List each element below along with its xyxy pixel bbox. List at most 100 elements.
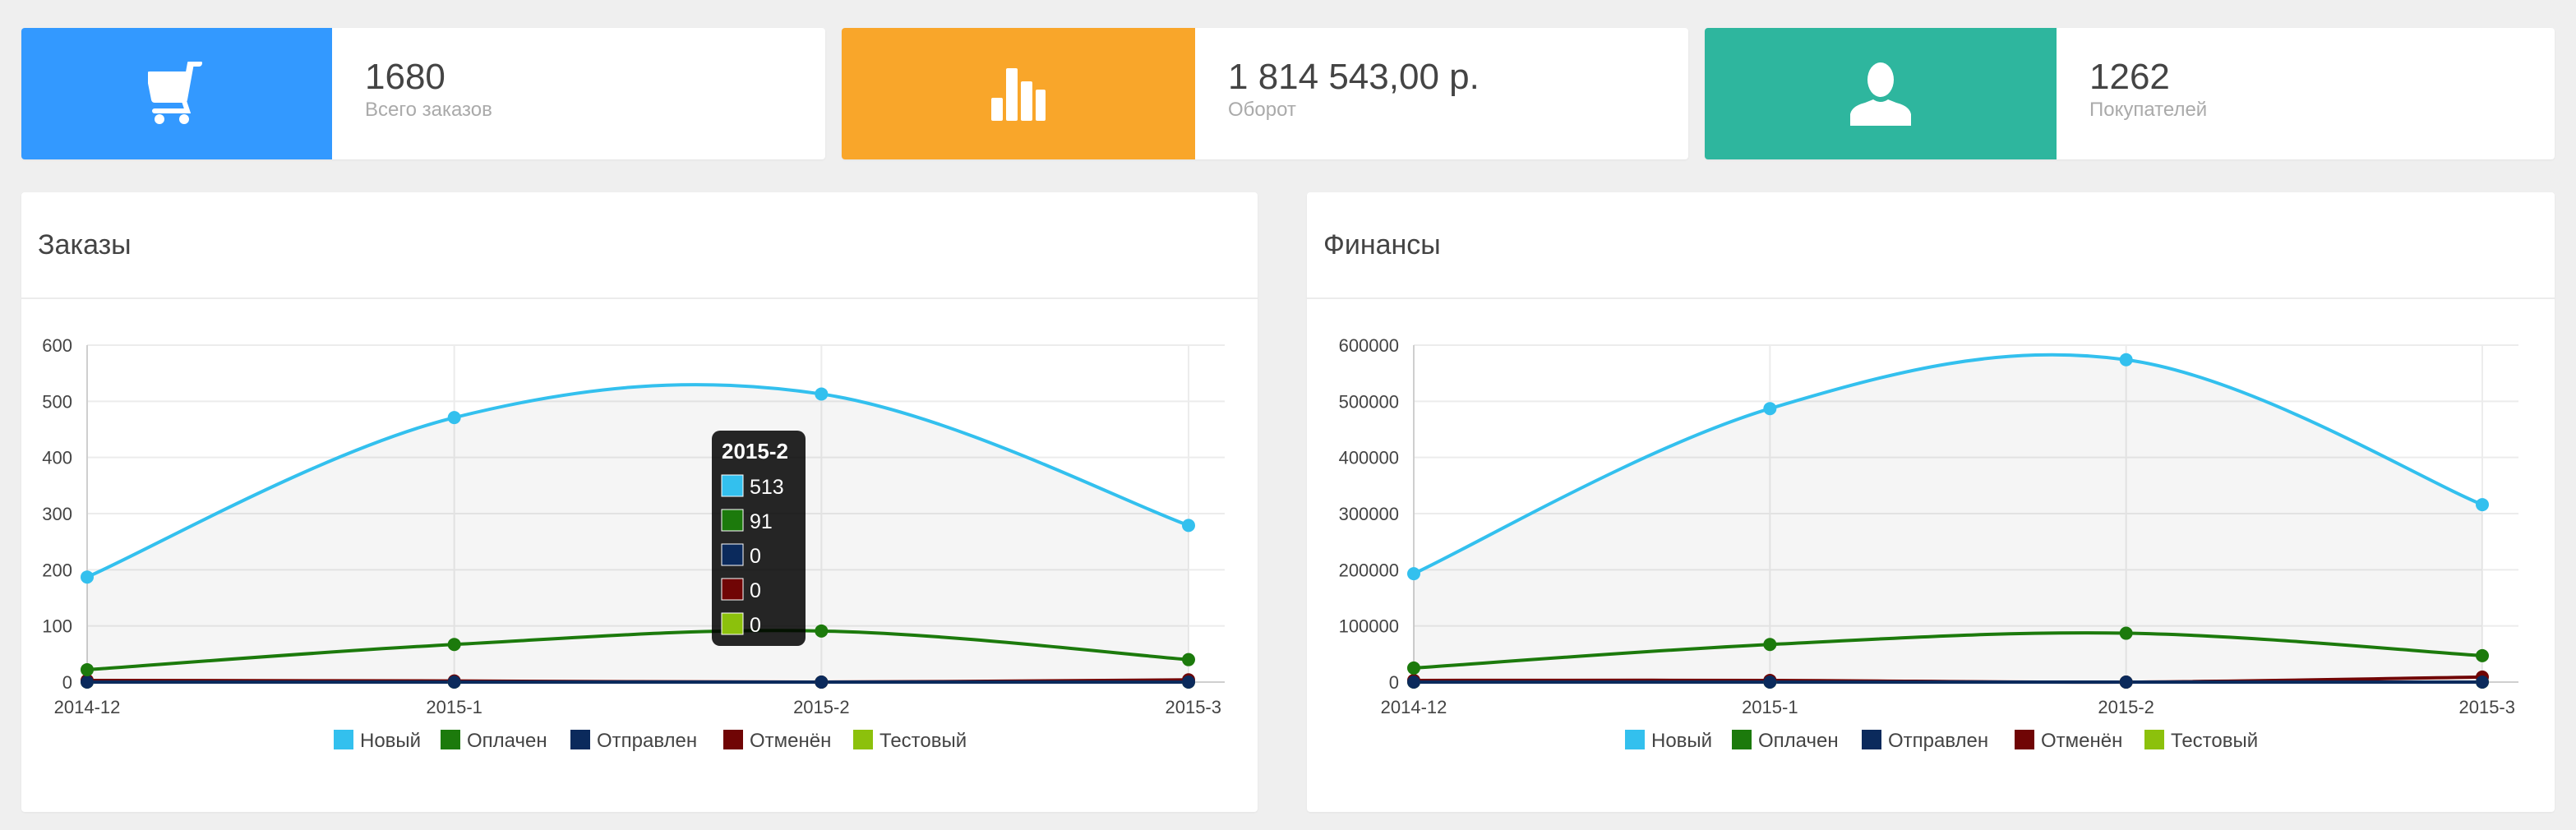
legend-label: Новый (1651, 730, 1712, 752)
stat-text: 1 814 543,00 р. Оборот (1228, 56, 1480, 122)
x-tick-label: 2014-12 (1381, 697, 1447, 717)
data-point[interactable] (1407, 567, 1420, 581)
data-point[interactable] (2119, 353, 2133, 367)
stat-value-orders: 1680 (365, 57, 445, 97)
finance-panel: Финансы 0 100000 200000 300000 400000 500000 6… (1307, 192, 2555, 812)
y-tick-label: 300 (42, 504, 72, 524)
data-point[interactable] (1763, 638, 1777, 652)
legend-label: Тестовый (879, 730, 967, 752)
data-point[interactable] (81, 676, 94, 689)
tooltip-title: 2015-2 (722, 439, 788, 463)
y-tick-label: 600000 (1339, 335, 1399, 356)
x-tick-label: 2015-3 (1165, 697, 1221, 717)
orders-chart[interactable]: 01002003004005006002014-12 2015-1 2015-2 20… (21, 299, 1258, 810)
x-tick-label: 2015-2 (793, 697, 850, 717)
x-tick-label: 2015-3 (2458, 697, 2515, 717)
data-point[interactable] (2476, 648, 2489, 662)
x-tick-label: 2015-1 (1742, 697, 1798, 717)
tooltip-swatch (721, 612, 744, 635)
data-point[interactable] (447, 638, 461, 652)
data-point[interactable] (81, 662, 94, 676)
tooltip-swatch (721, 509, 744, 532)
stat-card-customers: 1262 Покупателей (1705, 28, 2555, 159)
tooltip-value: 0 (750, 545, 761, 568)
stat-card-turnover: 1 814 543,00 р. Оборот (842, 28, 1688, 159)
cart-icon (148, 62, 202, 124)
finance-panel-title: Финансы (1323, 228, 1441, 261)
x-tick-label: 2014-12 (54, 697, 121, 717)
panel-header: Финансы (1307, 192, 2555, 299)
y-tick-label: 100000 (1339, 616, 1399, 637)
y-tick-label: 600 (42, 335, 72, 356)
stat-value-turnover: 1 814 543,00 р. (1228, 57, 1480, 97)
legend-label: Отправлен (1888, 730, 1988, 752)
orders-panel-title: Заказы (38, 228, 132, 261)
stat-icon-block (21, 28, 332, 159)
data-point[interactable] (447, 411, 461, 425)
legend-swatch (2144, 730, 2164, 749)
legend-label: Отправлен (597, 730, 697, 752)
series-area (87, 385, 1189, 682)
data-point[interactable] (1182, 519, 1195, 533)
user-icon (1850, 62, 1911, 126)
finance-chart[interactable]: 0 100000 200000 300000 400000 500000 600000 201… (1307, 299, 2555, 810)
data-point[interactable] (1182, 652, 1195, 666)
y-tick-label: 300000 (1339, 504, 1399, 524)
legend-swatch (2015, 730, 2034, 749)
stat-icon-block (842, 28, 1195, 159)
data-point[interactable] (1407, 661, 1420, 675)
stat-icon-block (1705, 28, 2057, 159)
legend-swatch (1732, 730, 1752, 749)
panel-header: Заказы (21, 192, 1258, 299)
legend-swatch (441, 730, 460, 749)
data-point[interactable] (1182, 676, 1195, 689)
data-point[interactable] (815, 676, 829, 689)
legend-label: Оплачен (467, 730, 547, 752)
y-tick-label: 500000 (1339, 391, 1399, 412)
stats-row: 1680 Всего заказов 1 814 543,00 р. Оборо… (21, 28, 2555, 159)
legend-swatch (570, 730, 590, 749)
data-point[interactable] (1407, 676, 1420, 689)
tooltip-value: 91 (750, 510, 773, 533)
legend-swatch (1625, 730, 1645, 749)
legend-swatch (1862, 730, 1881, 749)
series-area (1414, 354, 2482, 682)
tooltip-value: 0 (750, 579, 761, 602)
legend-label: Отменён (750, 730, 831, 752)
data-point[interactable] (2119, 676, 2133, 689)
tooltip-value: 513 (750, 476, 784, 499)
data-point[interactable] (1763, 676, 1777, 689)
y-tick-label: 200000 (1339, 560, 1399, 580)
stat-label-orders: Всего заказов (365, 99, 492, 121)
data-point[interactable] (2476, 676, 2489, 689)
orders-panel: Заказы 0 100 200 300 400 500 600 2014-12 2015-1 2… (21, 192, 1258, 812)
legend-label: Новый (360, 730, 421, 752)
data-point[interactable] (81, 570, 94, 584)
y-tick-label: 0 (1389, 672, 1399, 693)
data-point[interactable] (815, 624, 829, 638)
bar-chart-icon (991, 68, 1046, 121)
data-point[interactable] (2476, 498, 2489, 512)
data-point[interactable] (2119, 626, 2133, 640)
y-tick-label: 0 (62, 672, 72, 693)
stat-label-turnover: Оборот (1228, 99, 1296, 121)
stat-text: 1262 Покупателей (2089, 56, 2207, 122)
tooltip-swatch (721, 543, 744, 566)
legend-swatch (853, 730, 873, 749)
x-tick-label: 2015-2 (2098, 697, 2154, 717)
y-tick-label: 400000 (1339, 448, 1399, 468)
y-tick-label: 200 (42, 560, 72, 580)
stat-text: 1680 Всего заказов (365, 56, 492, 122)
legend-label: Отменён (2041, 730, 2122, 752)
tooltip-swatch (721, 474, 744, 497)
stat-value-customers: 1262 (2089, 57, 2170, 97)
y-tick-label: 100 (42, 616, 72, 637)
legend-label: Оплачен (1758, 730, 1839, 752)
legend-swatch (334, 730, 353, 749)
data-point[interactable] (815, 387, 829, 401)
data-point[interactable] (1763, 402, 1777, 416)
data-point[interactable] (447, 676, 461, 689)
stat-card-orders: 1680 Всего заказов (21, 28, 825, 159)
tooltip-value: 0 (750, 614, 761, 637)
chart-tooltip: 2015-2 513 91 0 0 0 (712, 431, 806, 646)
